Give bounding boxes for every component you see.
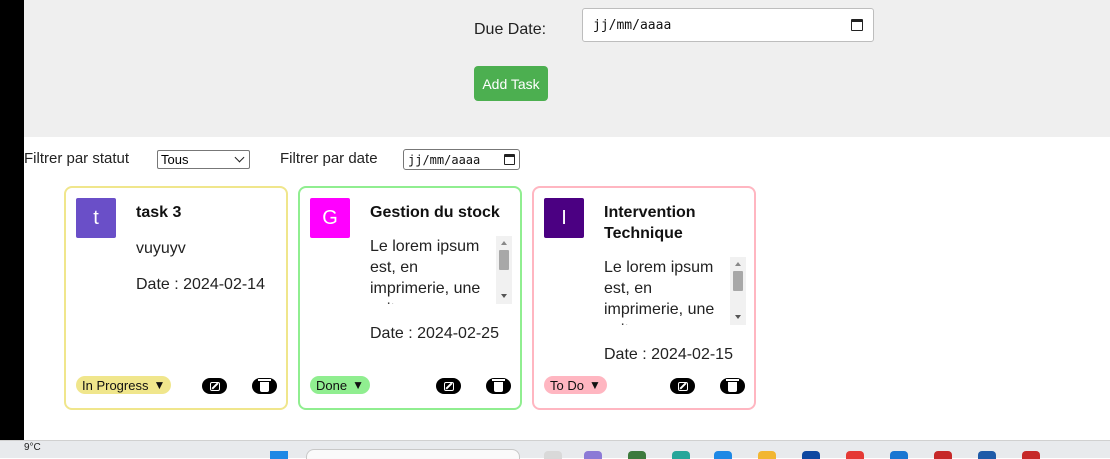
caret-down-icon: ▼ <box>352 378 364 392</box>
delete-button[interactable] <box>720 378 745 394</box>
caret-down-icon: ▼ <box>153 378 166 392</box>
scroll-down-icon <box>501 294 507 298</box>
calendar-icon[interactable] <box>504 154 515 165</box>
description-scrollbox[interactable]: Le lorem ipsum est, en imprimerie, une s… <box>370 236 512 304</box>
edit-button[interactable] <box>670 378 695 394</box>
avatar: I <box>544 198 584 238</box>
description-scrollbox[interactable]: Le lorem ipsum est, en imprimerie, une s… <box>604 257 746 325</box>
task-card: G Gestion du stock Le lorem ipsum est, e… <box>298 186 522 410</box>
avatar: t <box>76 198 116 238</box>
due-date-label: Due Date: <box>474 21 547 38</box>
task-form <box>24 0 1110 137</box>
edit-icon <box>209 381 220 391</box>
status-badge[interactable]: Done ▼ <box>310 376 370 394</box>
weather-temperature[interactable]: 9°C <box>24 442 41 453</box>
status-badge[interactable]: To Do ▼ <box>544 376 607 394</box>
filter-status-label: Filtrer par statut <box>24 150 130 167</box>
status-filter-value: Tous <box>161 152 189 167</box>
task-title: Intervention Technique <box>604 204 696 242</box>
os-taskbar: 9°C <box>0 440 1110 459</box>
task-description: vuyuyv <box>136 240 186 257</box>
scroll-thumb[interactable] <box>499 250 509 270</box>
calendar-icon[interactable] <box>851 19 863 31</box>
task-date: Date : 2024-02-15 <box>604 346 733 363</box>
task-description: Le lorem ipsum est, en imprimerie, une s… <box>604 259 715 325</box>
task-card: I Intervention Technique Le lorem ipsum … <box>532 186 756 410</box>
scroll-down-icon <box>735 315 741 319</box>
task-title: task 3 <box>136 204 182 221</box>
left-window-edge <box>0 0 24 458</box>
scrollbar[interactable] <box>730 257 746 325</box>
status-label: Done <box>316 377 348 393</box>
edit-icon <box>677 381 688 391</box>
scroll-up-icon <box>501 241 507 245</box>
delete-button[interactable] <box>252 378 277 394</box>
trash-icon <box>258 379 271 392</box>
chevron-down-icon <box>234 152 245 163</box>
date-filter-value: jj/mm/aaaa <box>408 152 481 167</box>
due-date-input[interactable]: jj/mm/aaaa <box>582 8 874 42</box>
status-badge[interactable]: In Progress ▼ <box>76 376 172 394</box>
trash-icon <box>726 379 739 392</box>
scrollbar[interactable] <box>496 236 512 304</box>
task-description: Le lorem ipsum est, en imprimerie, une s… <box>370 238 481 304</box>
trash-icon <box>492 379 505 392</box>
task-date: Date : 2024-02-14 <box>136 276 265 293</box>
add-task-button[interactable]: Add Task <box>474 66 548 101</box>
caret-down-icon: ▼ <box>588 378 601 392</box>
edit-button[interactable] <box>436 378 461 394</box>
delete-button[interactable] <box>486 378 511 394</box>
status-filter-select[interactable]: Tous <box>157 150 250 169</box>
date-filter-input[interactable]: jj/mm/aaaa <box>403 149 520 170</box>
scroll-thumb[interactable] <box>733 271 743 291</box>
avatar: G <box>310 198 350 238</box>
filter-date-label: Filtrer par date <box>280 150 378 167</box>
due-date-value: jj/mm/aaaa <box>593 17 672 33</box>
status-label: To Do <box>550 377 584 393</box>
edit-icon <box>443 381 454 391</box>
scroll-up-icon <box>735 262 741 266</box>
task-title: Gestion du stock <box>370 204 500 221</box>
task-date: Date : 2024-02-25 <box>370 325 499 342</box>
edit-button[interactable] <box>202 378 227 394</box>
task-card: t task 3 vuyuyv Date : 2024-02-14 In Pro… <box>64 186 288 410</box>
status-label: In Progress <box>82 377 149 393</box>
